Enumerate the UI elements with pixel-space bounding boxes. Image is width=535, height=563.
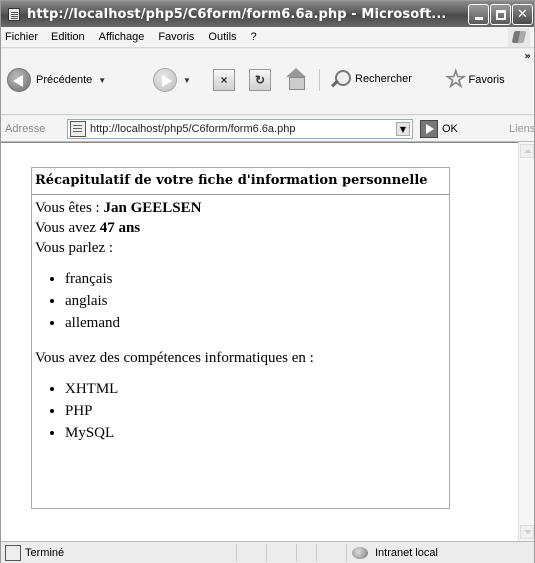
menu-edition[interactable]: Edition <box>51 31 85 43</box>
skills-list: XHTML PHP MySQL <box>65 378 445 444</box>
toolbar-overflow-icon[interactable]: » <box>525 51 531 62</box>
languages-list: français anglais allemand <box>65 268 445 334</box>
menu-bar: Fichier Edition Affichage Favoris Outils… <box>1 27 534 48</box>
status-text: Terminé <box>25 547 65 559</box>
age-prefix: Vous avez <box>35 220 100 236</box>
scroll-down-icon[interactable] <box>520 525 534 539</box>
fieldset-legend: Récapitulatif de votre fiche d'informati… <box>32 168 449 195</box>
age-line: Vous avez 47 ans <box>35 218 445 238</box>
name-line: Vous êtes : Jan GEELSEN <box>35 198 445 218</box>
search-label: Rechercher <box>355 73 412 85</box>
toolbar: Précédente ▼ ▼ × ↻ Rechercher ☆ Favoris … <box>1 49 534 115</box>
list-item: allemand <box>65 312 445 334</box>
favorites-label: Favoris <box>468 74 505 86</box>
windows-logo-icon <box>508 28 530 47</box>
person-age: 47 ans <box>99 220 141 236</box>
menu-favoris[interactable]: Favoris <box>158 31 194 43</box>
close-button[interactable]: ✕ <box>512 4 533 25</box>
menu-fichier[interactable]: Fichier <box>5 31 38 43</box>
stop-icon: × <box>213 69 235 91</box>
vertical-scrollbar[interactable] <box>518 142 534 541</box>
forward-arrow-icon <box>153 68 177 92</box>
person-name: Jan GEELSEN <box>103 200 202 216</box>
menu-affichage[interactable]: Affichage <box>99 31 145 43</box>
status-bar: Terminé Intranet local <box>1 541 534 563</box>
address-url[interactable]: http://localhost/php5/C6form/form6.6a.ph… <box>90 123 295 135</box>
summary-fieldset: Récapitulatif de votre fiche d'informati… <box>31 167 450 509</box>
maximize-icon <box>495 9 506 20</box>
address-label: Adresse <box>5 123 46 135</box>
stop-button[interactable]: × <box>213 69 235 91</box>
close-icon: ✕ <box>517 7 528 22</box>
refresh-icon: ↻ <box>249 69 271 91</box>
maximize-button[interactable] <box>490 4 511 25</box>
window-title: http://localhost/php5/C6form/form6.6a.ph… <box>27 6 447 22</box>
favorites-button[interactable]: ☆ Favoris <box>445 66 505 93</box>
home-button[interactable] <box>284 68 308 90</box>
links-toolbar[interactable]: Liens <box>509 123 535 135</box>
page-icon <box>70 121 86 137</box>
status-cell <box>296 544 316 562</box>
back-dropdown-icon[interactable]: ▼ <box>98 76 106 85</box>
status-cell <box>266 544 296 562</box>
list-item: PHP <box>65 400 445 422</box>
skills-intro: Vous avez des compétences informatiques … <box>35 350 314 366</box>
toolbar-separator <box>319 69 320 91</box>
go-button[interactable]: OK <box>442 123 458 135</box>
menu-help[interactable]: ? <box>251 31 257 43</box>
address-dropdown-icon[interactable]: ▼ <box>396 122 410 136</box>
go-arrow-icon[interactable] <box>420 120 438 138</box>
back-arrow-icon <box>7 68 31 92</box>
name-prefix: Vous êtes : <box>35 200 104 216</box>
address-input[interactable]: http://localhost/php5/C6form/form6.6a.ph… <box>67 119 413 139</box>
intranet-zone-icon <box>352 545 370 561</box>
menu-outils[interactable]: Outils <box>208 31 236 43</box>
list-item: XHTML <box>65 378 445 400</box>
home-icon <box>284 68 308 90</box>
favorites-star-icon: ☆ <box>445 66 467 93</box>
forward-button[interactable]: ▼ <box>153 68 191 92</box>
refresh-button[interactable]: ↻ <box>249 69 271 91</box>
list-item: anglais <box>65 290 445 312</box>
page-viewport: Récapitulatif de votre fiche d'informati… <box>1 142 518 541</box>
address-bar: Adresse http://localhost/php5/C6form/for… <box>1 116 535 142</box>
minimize-icon <box>474 17 483 20</box>
languages-intro: Vous parlez : <box>35 240 114 256</box>
back-button[interactable]: Précédente ▼ <box>7 68 106 92</box>
search-icon <box>331 69 351 89</box>
zone-label: Intranet local <box>375 547 438 559</box>
list-item: MySQL <box>65 422 445 444</box>
title-bar: http://localhost/php5/C6form/form6.6a.ph… <box>1 1 534 27</box>
status-cell <box>236 544 266 562</box>
browser-window: http://localhost/php5/C6form/form6.6a.ph… <box>0 0 535 563</box>
minimize-button[interactable] <box>468 4 489 25</box>
back-label: Précédente <box>36 74 93 86</box>
page-status-icon <box>5 545 21 561</box>
page-icon <box>7 7 22 22</box>
scroll-up-icon[interactable] <box>520 144 534 158</box>
list-item: français <box>65 268 445 290</box>
forward-dropdown-icon[interactable]: ▼ <box>183 76 191 85</box>
summary-content: Vous êtes : Jan GEELSEN Vous avez 47 ans… <box>35 198 445 458</box>
status-cell <box>316 544 346 562</box>
search-button[interactable]: Rechercher <box>331 69 412 89</box>
